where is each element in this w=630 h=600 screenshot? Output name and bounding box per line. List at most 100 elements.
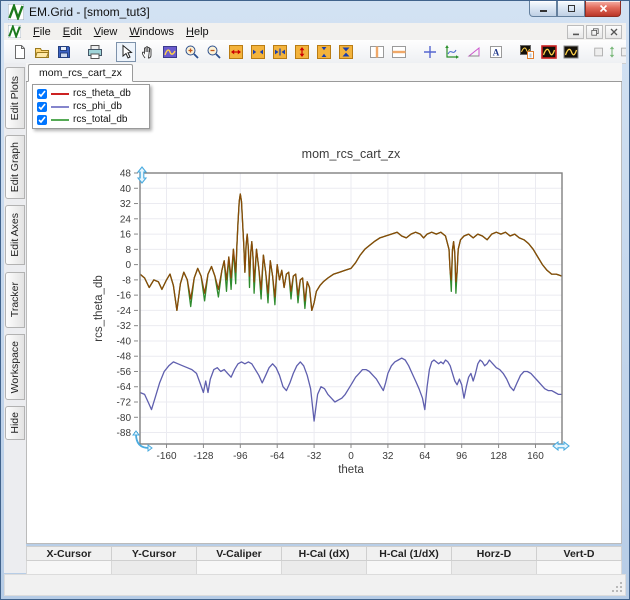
menu-help[interactable]: Help: [180, 25, 215, 39]
slope-marker-button[interactable]: [464, 42, 484, 62]
zoom-window-button[interactable]: [160, 42, 180, 62]
y-tick-label: 24: [120, 214, 132, 225]
y-tick-label: -72: [117, 398, 132, 409]
save-file-button[interactable]: [54, 42, 74, 62]
fit-vertical-icon: [338, 44, 354, 60]
y-tick-label: -88: [117, 428, 132, 439]
graph-panel: 484032241680-8-16-24-32-40-48-56-64-72-8…: [26, 82, 622, 544]
graph-window-button[interactable]: [561, 42, 581, 62]
x-tick-label: -96: [233, 451, 248, 462]
graph-window-active-icon: [541, 44, 557, 60]
select-arrow-button[interactable]: [116, 42, 136, 62]
overlay-plot-button[interactable]: [517, 42, 537, 62]
side-tab-edit-graph[interactable]: Edit Graph: [5, 135, 25, 199]
svg-text:A: A: [493, 47, 500, 57]
tracker-cell: [452, 561, 537, 575]
cross-marker-icon: [422, 44, 438, 60]
split-horizontal-button[interactable]: [389, 42, 409, 62]
expand-horizontal-button[interactable]: [226, 42, 246, 62]
y-tick-label: -8: [122, 275, 131, 286]
new-file-button[interactable]: [10, 42, 30, 62]
side-tab-tracker[interactable]: Tracker: [5, 272, 25, 328]
legend-checkbox-rcs_theta_db[interactable]: [37, 89, 47, 99]
y-tick-label: 48: [120, 169, 132, 180]
y-tick-label: 0: [125, 260, 131, 271]
close-button[interactable]: [585, 1, 621, 17]
compress-horizontal-button[interactable]: [248, 42, 268, 62]
menu-view[interactable]: View: [88, 25, 124, 39]
x-tick-label: 32: [382, 451, 394, 462]
select-arrow-icon: [118, 44, 134, 60]
cross-marker-button[interactable]: [420, 42, 440, 62]
text-annotation-button[interactable]: A: [486, 42, 506, 62]
mdi-minimize-button[interactable]: [567, 25, 584, 39]
menu-file[interactable]: File: [27, 25, 57, 39]
zoom-out-button[interactable]: [204, 42, 224, 62]
compress-vertical-button[interactable]: [314, 42, 334, 62]
tracker-col-header: V-Caliper: [197, 547, 282, 561]
y-axis-label: rcs_theta_db: [93, 275, 105, 342]
legend-box: rcs_theta_db rcs_phi_dbrcs_total_db: [32, 84, 150, 129]
align-vertical-button: [592, 42, 626, 62]
axes-marker-button[interactable]: [442, 42, 462, 62]
y-tick-label: -64: [117, 382, 132, 393]
app-logo-icon: [8, 4, 24, 20]
app-window: EM.Grid - [smom_tut3] FileEditViewWindow…: [0, 0, 630, 600]
tab-mom-rcs-cart-zx[interactable]: mom_rcs_cart_zx: [28, 64, 133, 82]
minimize-button[interactable]: [529, 1, 557, 17]
legend-label: rcs_theta_db: [73, 88, 131, 99]
zoom-in-button[interactable]: [182, 42, 202, 62]
graph-window-active-button[interactable]: [539, 42, 559, 62]
legend-checkbox-rcs_phi_db[interactable]: [37, 102, 47, 112]
mdi-close-button[interactable]: [605, 25, 622, 39]
graph-window-icon: [563, 44, 579, 60]
fit-vertical-button[interactable]: [336, 42, 356, 62]
maximize-button[interactable]: [557, 1, 585, 17]
plot-canvas[interactable]: 484032241680-8-16-24-32-40-48-56-64-72-8…: [27, 82, 621, 542]
zoom-window-icon: [162, 44, 178, 60]
legend-row-rcs_total_db: rcs_total_db: [37, 113, 145, 126]
y-tick-label: -80: [117, 413, 132, 424]
legend-swatch: [51, 93, 69, 95]
resize-grip[interactable]: [611, 581, 624, 594]
y-tick-label: 16: [120, 230, 132, 241]
y-tick-label: -16: [117, 291, 132, 302]
legend-swatch: [51, 106, 69, 108]
side-tab-edit-plots[interactable]: Edit Plots: [5, 67, 25, 129]
side-tab-label: Edit Graph: [9, 142, 21, 192]
side-tab-label: Hide: [9, 412, 21, 434]
compress-vertical-icon: [316, 44, 332, 60]
tracker-cell: [112, 561, 197, 575]
side-tab-label: Edit Axes: [9, 213, 21, 257]
y-tick-label: -56: [117, 367, 132, 378]
legend-label: rcs_phi_db: [73, 101, 122, 112]
mdi-restore-button[interactable]: [586, 25, 603, 39]
x-tick-label: 0: [348, 451, 354, 462]
compress-horizontal-icon: [250, 44, 266, 60]
corner-scale-handle[interactable]: [136, 434, 149, 448]
print-button[interactable]: [85, 42, 105, 62]
tracker-cell: [197, 561, 282, 575]
tracker-table: X-CursorY-CursorV-CaliperH-Cal (dX)H-Cal…: [26, 546, 622, 575]
side-tab-hide[interactable]: Hide: [5, 406, 25, 440]
split-vertical-button[interactable]: [367, 42, 387, 62]
x-axis-scale-handle[interactable]: [553, 442, 569, 450]
expand-vertical-button[interactable]: [292, 42, 312, 62]
pan-hand-button[interactable]: [138, 42, 158, 62]
legend-checkbox-rcs_total_db[interactable]: [37, 115, 47, 125]
side-tab-label: Workspace: [9, 341, 21, 393]
open-file-button[interactable]: [32, 42, 52, 62]
side-tab-edit-axes[interactable]: Edit Axes: [5, 205, 25, 265]
side-tab-workspace[interactable]: Workspace: [5, 334, 25, 400]
side-tab-label: Edit Plots: [9, 76, 21, 120]
menu-windows[interactable]: Windows: [123, 25, 180, 39]
y-axis-scale-handle[interactable]: [138, 167, 146, 183]
y-tick-label: 40: [120, 184, 132, 195]
x-tick-label: -64: [270, 451, 285, 462]
menu-bar: FileEditViewWindowsHelp: [4, 23, 626, 41]
menu-edit[interactable]: Edit: [57, 25, 88, 39]
y-tick-label: -32: [117, 321, 132, 332]
zoom-in-icon: [184, 44, 200, 60]
fit-horizontal-button[interactable]: [270, 42, 290, 62]
toolbar: ALayout: [4, 40, 626, 64]
